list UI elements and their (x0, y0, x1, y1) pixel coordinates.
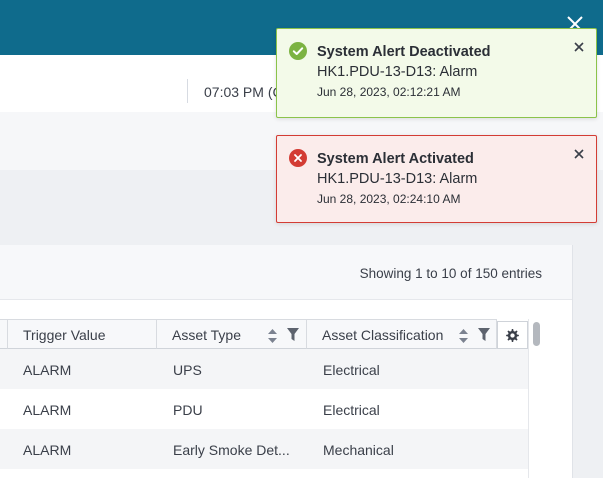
gear-icon (506, 329, 519, 342)
toast-message: HK1.PDU-13-D13: Alarm (317, 64, 478, 80)
error-circle-icon (289, 149, 307, 167)
toast-alert-deactivated: System Alert Deactivated HK1.PDU-13-D13:… (276, 28, 597, 118)
filter-icon[interactable] (478, 328, 490, 341)
column-header-partial[interactable] (0, 319, 8, 349)
toast-title: System Alert Activated (317, 151, 474, 167)
close-icon[interactable] (574, 149, 584, 159)
header-divider (187, 79, 188, 103)
current-time: 07:03 PM (C (204, 84, 283, 100)
toast-message: HK1.PDU-13-D13: Alarm (317, 171, 478, 187)
toast-alert-activated: System Alert Activated HK1.PDU-13-D13: A… (276, 135, 597, 223)
table-row[interactable]: ALARM Early Smoke Det... Mechanical (0, 429, 528, 469)
toast-title: System Alert Deactivated (317, 44, 491, 60)
sort-icon[interactable] (268, 329, 277, 343)
filter-icon[interactable] (287, 328, 299, 341)
column-header-asset-classification[interactable]: Asset Classification (307, 319, 497, 349)
toast-timestamp: Jun 28, 2023, 02:24:10 AM (317, 192, 461, 206)
table-row[interactable]: ALARM UPS Electrical (0, 349, 528, 389)
entries-count: Showing 1 to 10 of 150 entries (359, 266, 542, 281)
table-row[interactable]: ALARM PDU Electrical (0, 389, 528, 429)
column-header-asset-type[interactable]: Asset Type (157, 319, 307, 349)
toast-timestamp: Jun 28, 2023, 02:12:21 AM (317, 85, 461, 99)
column-settings-button[interactable] (497, 321, 528, 349)
sort-icon[interactable] (459, 329, 468, 343)
column-header-trigger-value[interactable]: Trigger Value (8, 319, 157, 349)
close-icon[interactable] (574, 42, 584, 52)
check-circle-icon (289, 42, 307, 60)
scrollbar-thumb[interactable] (533, 322, 540, 346)
